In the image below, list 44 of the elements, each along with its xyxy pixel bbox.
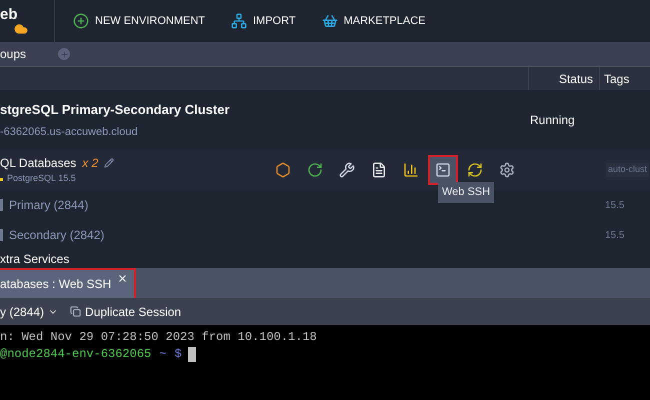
node-select[interactable]: y (2844): [0, 302, 58, 320]
status-text: Running: [530, 112, 576, 129]
hexagon-icon: [275, 162, 291, 178]
prompt-path: ~: [159, 346, 166, 363]
breadcrumb-item[interactable]: oups: [0, 45, 44, 63]
hierarchy-icon: [231, 13, 247, 29]
tooltip: Web SSH: [438, 182, 494, 202]
terminal[interactable]: n: Wed Nov 29 07:28:50 2023 from 10.100.1.18 @node2844-env-6362065 ~ $: [0, 325, 650, 400]
cursor: [188, 347, 196, 362]
node-version: 15.5: [605, 228, 626, 242]
node-name[interactable]: Secondary (2842): [9, 226, 605, 244]
extra-services-label[interactable]: xtra Services: [0, 250, 70, 268]
action-button[interactable]: [430, 157, 456, 183]
restart-icon: [307, 162, 323, 178]
settings-icon: [499, 162, 515, 178]
duplicate-session-button[interactable]: Duplicate Session: [70, 302, 182, 320]
prompt-host: @node2844-env-6362065: [0, 346, 152, 363]
basket-icon: [322, 13, 338, 29]
node-group-name[interactable]: QL Databases: [0, 154, 76, 172]
bar-chart-icon: [403, 162, 419, 178]
tag-chip: auto-clust: [606, 163, 649, 177]
terminal-line: n: Wed Nov 29 07:28:50 2023 from 10.100.1.18: [0, 329, 317, 346]
cloud-logo-icon: [12, 22, 30, 36]
pencil-icon[interactable]: [104, 158, 114, 168]
wrench-icon: [339, 162, 355, 178]
environment-domain[interactable]: -6362065.us-accuweb.cloud: [0, 124, 530, 140]
terminal-icon: [435, 162, 451, 178]
column-header: Status: [558, 70, 593, 88]
environment-title[interactable]: stgreSQL Primary-Secondary Cluster: [0, 100, 530, 120]
toolbar-button[interactable]: MARKETPLACE: [322, 12, 426, 30]
windows-icon: [70, 306, 82, 317]
logo-text: eb: [0, 6, 19, 22]
node-version: 15.5: [605, 198, 626, 212]
document-icon: [371, 162, 387, 178]
toolbar-button[interactable]: IMPORT: [231, 12, 296, 30]
toolbar-button[interactable]: NEW ENVIRONMENT: [73, 12, 205, 30]
prompt-symbol: $: [174, 346, 182, 363]
column-header: Tags: [604, 70, 630, 88]
redeploy-icon: [467, 162, 483, 178]
node-count: x 2: [82, 155, 98, 172]
version-text: PostgreSQL 15.5: [7, 172, 76, 186]
ssh-tab[interactable]: atabases : Web SSH: [0, 270, 134, 298]
plus-icon: [73, 13, 89, 29]
close-icon[interactable]: [117, 273, 128, 284]
